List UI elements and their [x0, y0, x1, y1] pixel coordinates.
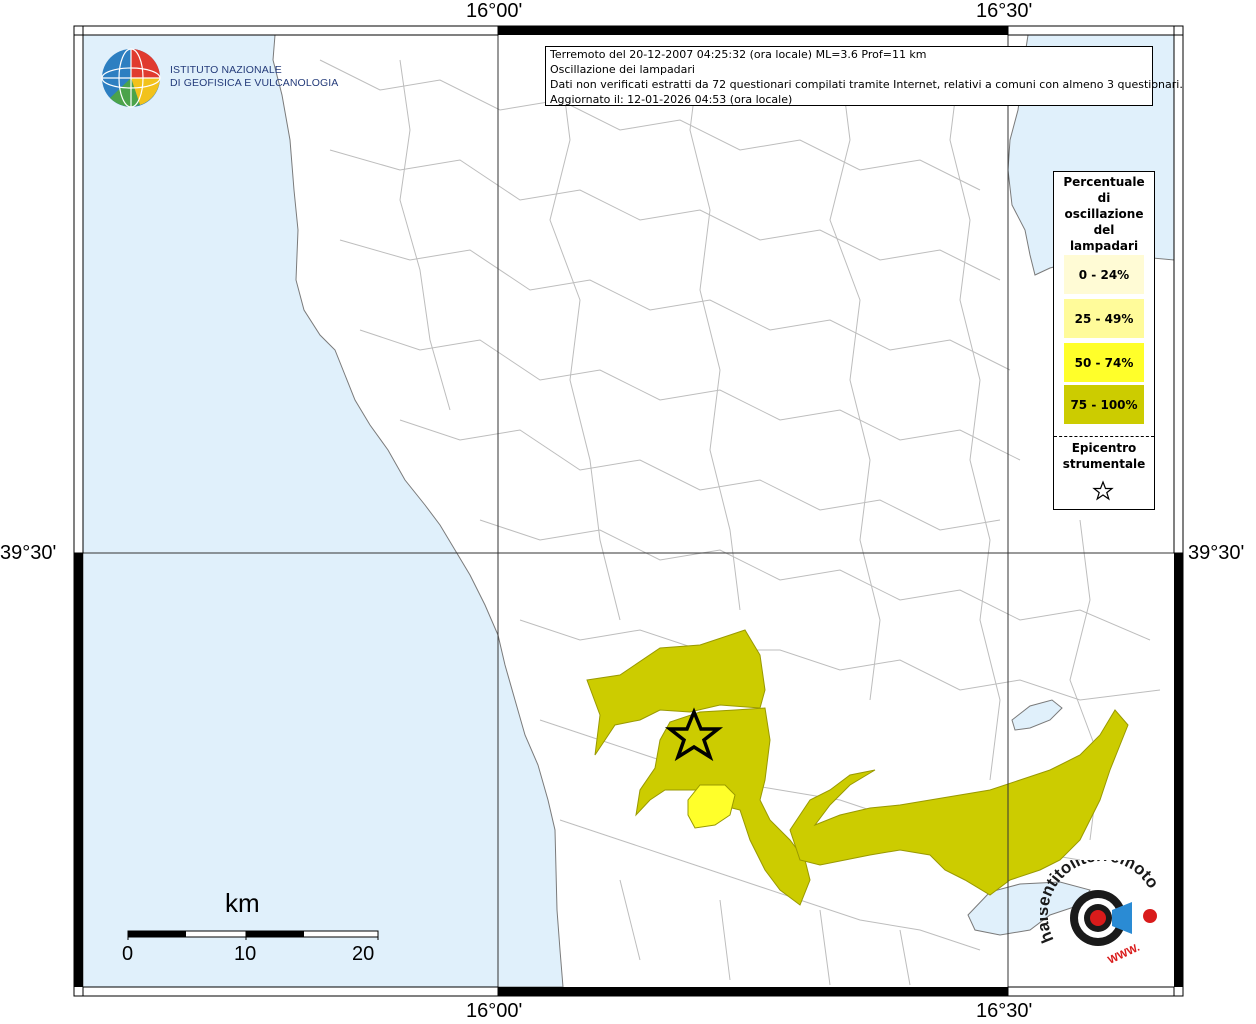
- lat-label-left: 39°30': [0, 542, 57, 564]
- lon-label-bottom-left: 16°00': [466, 1000, 523, 1022]
- scale-tick-0: 0: [122, 943, 134, 965]
- legend-epicenter-line2: strumentale: [1062, 457, 1146, 471]
- earthquake-info-box: Terremoto del 20-12-2007 04:25:32 (ora l…: [545, 46, 1183, 106]
- hst-www-text: WWW.: [1106, 942, 1142, 967]
- legend-title-line: oscillazione: [1064, 207, 1144, 221]
- ingv-logo-text: ISTITUTO NAZIONALE DI GEOFISICA E VULCAN…: [170, 64, 338, 90]
- ingv-logo-line2: DI GEOFISICA E VULCANOLOGIA: [170, 77, 339, 89]
- lat-label-right: 39°30': [1188, 542, 1245, 564]
- hst-logo-icon: haisentitoilterremoto.it WWW.: [1033, 845, 1163, 967]
- legend-epicenter-line1: Epicentro: [1071, 441, 1137, 455]
- info-line-updated: Aggiornato il: 12-01-2026 04:53 (ora loc…: [550, 93, 793, 106]
- legend-star-icon: [1092, 480, 1114, 501]
- scale-bar: km 0 10 20: [120, 888, 390, 973]
- lon-label-top-left: 16°00': [466, 0, 523, 22]
- info-line-source: Dati non verificati estratti da 72 quest…: [550, 78, 1183, 91]
- info-line-event: Terremoto del 20-12-2007 04:25:32 (ora l…: [550, 48, 927, 61]
- legend-item-75-100: 75 - 100%: [1064, 385, 1144, 424]
- legend-epicenter-label: Epicentro strumentale: [1054, 440, 1154, 472]
- map-area: [82, 34, 1175, 988]
- legend-title-line: del: [1093, 223, 1115, 237]
- info-line-subject: Oscillazione dei lampadari: [550, 63, 695, 76]
- lon-label-top-right: 16°30': [976, 0, 1033, 22]
- hst-logo: haisentitoilterremoto.it WWW.: [1033, 845, 1180, 980]
- legend-title-line: lampadari: [1069, 239, 1139, 253]
- ingv-logo-line1: ISTITUTO NAZIONALE: [170, 64, 282, 76]
- legend-title-line: Percentuale: [1063, 175, 1145, 189]
- ingv-logo-icon: [101, 48, 161, 108]
- legend-separator: [1054, 436, 1154, 437]
- legend-item-25-49: 25 - 49%: [1064, 299, 1144, 338]
- lon-label-bottom-right: 16°30': [976, 1000, 1033, 1022]
- legend: Percentuale di oscillazione del lampadar…: [1053, 171, 1155, 510]
- scale-bar-graphic: [127, 930, 379, 940]
- scale-unit: km: [225, 888, 260, 918]
- legend-title-line: di: [1097, 191, 1111, 205]
- legend-item-50-74: 50 - 74%: [1064, 343, 1144, 382]
- scale-tick-10: 10: [234, 943, 257, 965]
- scale-tick-20: 20: [352, 943, 375, 965]
- legend-title: Percentuale di oscillazione del lampadar…: [1054, 174, 1154, 254]
- legend-item-0-24: 0 - 24%: [1064, 255, 1144, 294]
